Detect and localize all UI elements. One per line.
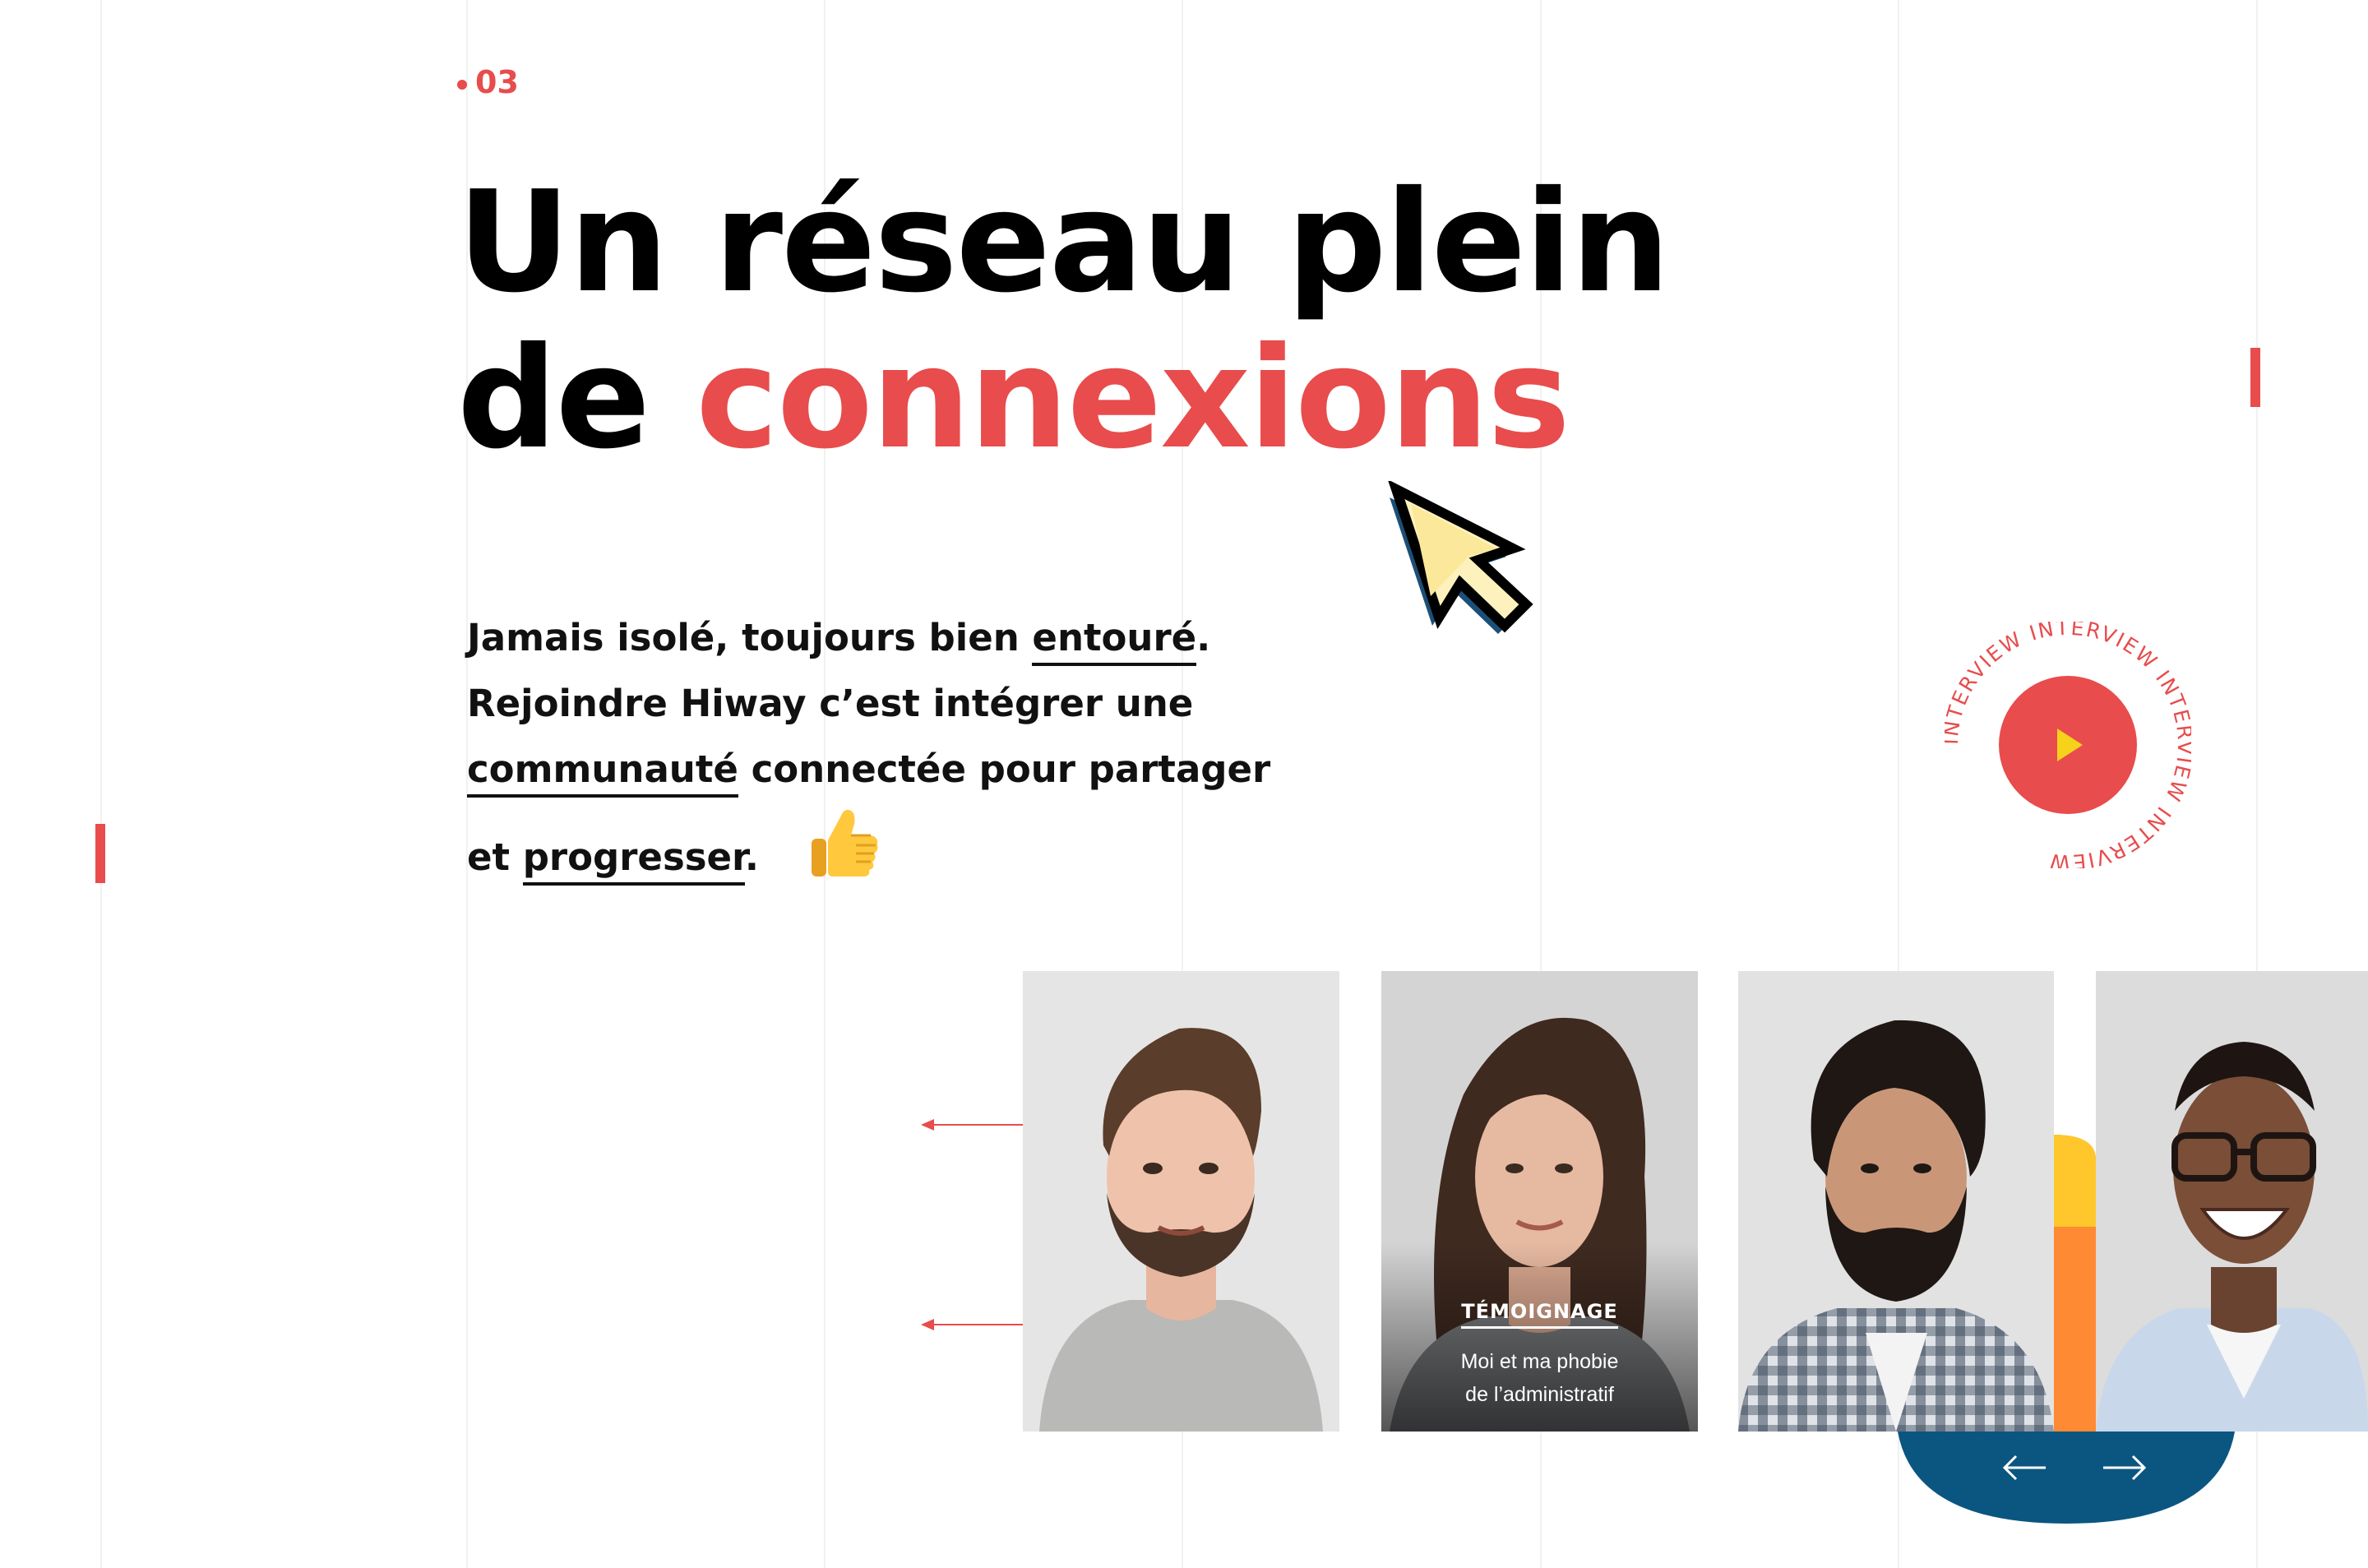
profile-card-1[interactable] (1023, 971, 1339, 1432)
pixel-cursor-icon (1381, 479, 1595, 650)
punctuation: . (744, 835, 759, 879)
profile-card-4[interactable] (2096, 971, 2368, 1432)
accent-bar-right (2250, 348, 2260, 407)
title-line-2-prefix: de (457, 317, 650, 480)
profile-photo (2096, 971, 2368, 1432)
testimonial-tag[interactable]: TÉMOIGNAGE (1461, 1300, 1618, 1329)
title-line-1: Un réseau plein (457, 161, 1670, 324)
carousel-nav (1898, 1432, 2235, 1524)
arrow-right-icon (2103, 1455, 2147, 1481)
accent-bar-left (95, 824, 105, 883)
intro-text: connectée pour partager (751, 747, 1271, 791)
punctuation: . (1196, 616, 1211, 659)
intro-text: Rejoindre Hiway c’est intégrer une (467, 682, 1194, 725)
profile-photo (1738, 971, 2054, 1432)
testimonial-caption: TÉMOIGNAGE Moi et ma phobie de l’adminis… (1381, 1242, 1698, 1432)
profile-card-2[interactable]: TÉMOIGNAGE Moi et ma phobie de l’adminis… (1381, 971, 1698, 1432)
testimonial-line-2: de l’administratif (1465, 1383, 1614, 1406)
title-highlight: connexions (696, 317, 1570, 480)
decorative-strip (2053, 1135, 2096, 1432)
carousel-next-button[interactable] (2095, 1443, 2161, 1492)
arrow-left-icon (2002, 1455, 2046, 1481)
keyword-communaute: communauté (467, 747, 738, 798)
section-dot (457, 79, 467, 90)
section-number-text: 03 (475, 64, 519, 100)
page-title: Un réseau plein de connexions (457, 161, 1670, 480)
thumbs-up-icon (805, 803, 881, 902)
carousel-prev-button[interactable] (1988, 1443, 2054, 1492)
profile-photo (1023, 971, 1339, 1432)
intro-text: et (467, 835, 511, 879)
testimonial-title: Moi et ma phobie de l’administratif (1433, 1345, 1647, 1411)
section-number: 03 (457, 64, 519, 100)
testimonial-line-1: Moi et ma phobie (1460, 1350, 1619, 1373)
intro-paragraph: Jamais isolé, toujours bien entouré. Rej… (467, 605, 1289, 902)
profile-card-3[interactable] (1738, 971, 2054, 1432)
keyword-progresser: progresser (522, 835, 745, 886)
keyword-entoure: entouré (1032, 616, 1197, 666)
intro-text: Jamais isolé, toujours bien (467, 616, 1020, 659)
interview-button[interactable]: INTERVIEW INTERVIEW INTERVIEW INTERVIEW (1939, 616, 2195, 875)
grid-line (100, 0, 102, 1568)
